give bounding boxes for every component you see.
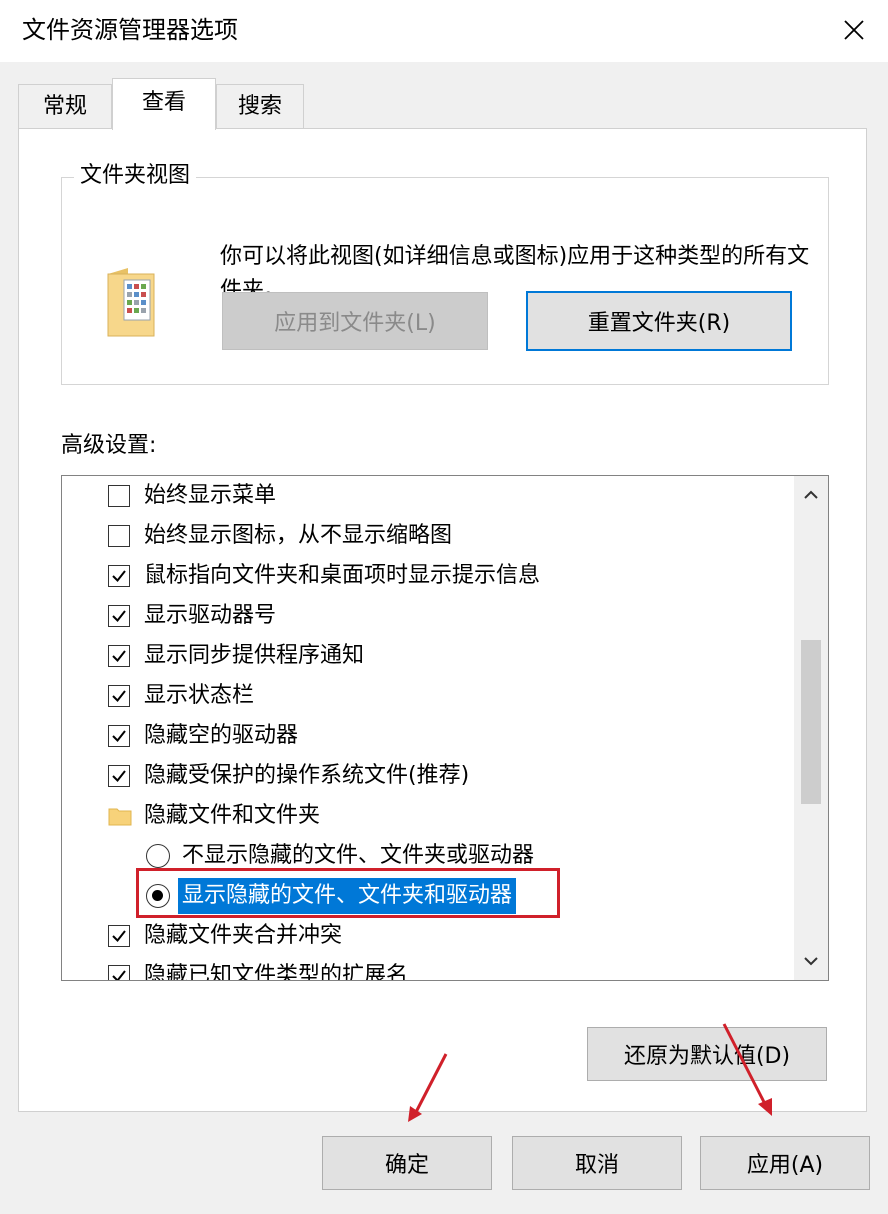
chevron-up-icon xyxy=(804,490,818,499)
setting-show-status-bar[interactable]: 显示状态栏 xyxy=(62,676,794,716)
setting-hide-merge-conflicts[interactable]: 隐藏文件夹合并冲突 xyxy=(62,916,794,956)
checkbox-checked[interactable] xyxy=(108,645,130,667)
checkbox[interactable] xyxy=(108,525,130,547)
setting-label: 显示状态栏 xyxy=(144,683,255,708)
tab-strip: 常规 查看 搜索 xyxy=(0,78,888,130)
setting-label: 鼠标指向文件夹和桌面项时显示提示信息 xyxy=(144,563,541,588)
restore-defaults-button[interactable]: 还原为默认值(D) xyxy=(587,1027,827,1081)
tab-search[interactable]: 搜索 xyxy=(216,84,304,128)
ok-button[interactable]: 确定 xyxy=(322,1136,492,1190)
setting-label: 始终显示图标，从不显示缩略图 xyxy=(144,523,453,548)
setting-always-show-menus[interactable]: 始终显示菜单 xyxy=(62,476,794,516)
setting-hide-protected-os-files[interactable]: 隐藏受保护的操作系统文件(推荐) xyxy=(62,756,794,796)
check-icon xyxy=(112,610,126,623)
title-bar: 文件资源管理器选项 xyxy=(0,0,888,62)
checkbox-checked[interactable] xyxy=(108,605,130,627)
setting-label: 隐藏文件夹合并冲突 xyxy=(144,923,343,948)
check-icon xyxy=(112,730,126,743)
check-icon xyxy=(112,970,126,980)
advanced-settings-label: 高级设置: xyxy=(61,433,157,458)
setting-hide-empty-drives[interactable]: 隐藏空的驱动器 xyxy=(62,716,794,756)
setting-label: 隐藏受保护的操作系统文件(推荐) xyxy=(144,763,470,788)
setting-label: 隐藏已知文件类型的扩展名 xyxy=(144,963,409,981)
setting-label: 显示同步提供程序通知 xyxy=(144,643,365,668)
window-title: 文件资源管理器选项 xyxy=(22,16,238,44)
folder-views-group: 文件夹视图 你可以将此视图(如详细信息或图标)应用于这种类型的所有文件夹。 应用… xyxy=(61,160,829,385)
folder-view-icon xyxy=(107,268,155,337)
check-icon xyxy=(112,570,126,583)
apply-to-folders-button[interactable]: 应用到文件夹(L) xyxy=(222,292,488,350)
setting-label: 显示驱动器号 xyxy=(144,603,277,628)
setting-show-drive-letters[interactable]: 显示驱动器号 xyxy=(62,596,794,636)
cancel-button[interactable]: 取消 xyxy=(512,1136,682,1190)
setting-label: 隐藏文件和文件夹 xyxy=(144,803,321,828)
setting-hide-extensions[interactable]: 隐藏已知文件类型的扩展名 xyxy=(62,956,794,981)
folder-icon xyxy=(108,808,132,826)
check-icon xyxy=(112,690,126,703)
checkbox-checked[interactable] xyxy=(108,965,130,980)
view-tab-panel: 文件夹视图 你可以将此视图(如详细信息或图标)应用于这种类型的所有文件夹。 应用… xyxy=(18,128,867,1112)
tab-general[interactable]: 常规 xyxy=(18,84,112,128)
checkbox-checked[interactable] xyxy=(108,685,130,707)
checkbox-checked[interactable] xyxy=(108,925,130,947)
apply-button[interactable]: 应用(A) xyxy=(700,1136,870,1190)
close-icon xyxy=(844,20,864,40)
setting-show-sync-notifications[interactable]: 显示同步提供程序通知 xyxy=(62,636,794,676)
scroll-thumb[interactable] xyxy=(801,640,821,804)
setting-label: 隐藏空的驱动器 xyxy=(144,723,299,748)
folder-views-legend: 文件夹视图 xyxy=(74,160,197,192)
scroll-up-button[interactable] xyxy=(794,476,828,514)
vertical-scrollbar[interactable] xyxy=(794,476,828,980)
setting-label: 始终显示菜单 xyxy=(144,483,277,508)
setting-always-show-icons[interactable]: 始终显示图标，从不显示缩略图 xyxy=(62,516,794,556)
radio-button[interactable] xyxy=(146,844,170,868)
check-icon xyxy=(112,770,126,783)
scroll-down-button[interactable] xyxy=(794,942,828,980)
setting-show-popup-description[interactable]: 鼠标指向文件夹和桌面项时显示提示信息 xyxy=(62,556,794,596)
setting-group-hidden-files: 隐藏文件和文件夹 xyxy=(62,796,794,836)
check-icon xyxy=(112,930,126,943)
advanced-settings-list[interactable]: 始终显示菜单 始终显示图标，从不显示缩略图 鼠标指向文件夹和桌面项时显示提示信息… xyxy=(61,475,829,981)
checkbox-checked[interactable] xyxy=(108,565,130,587)
checkbox-checked[interactable] xyxy=(108,765,130,787)
checkbox-checked[interactable] xyxy=(108,725,130,747)
tab-view[interactable]: 查看 xyxy=(112,78,216,130)
chevron-down-icon xyxy=(804,957,818,966)
annotation-highlight-box xyxy=(136,868,560,918)
reset-folders-button[interactable]: 重置文件夹(R) xyxy=(526,291,792,351)
checkbox[interactable] xyxy=(108,485,130,507)
check-icon xyxy=(112,650,126,663)
close-button[interactable] xyxy=(832,8,876,52)
